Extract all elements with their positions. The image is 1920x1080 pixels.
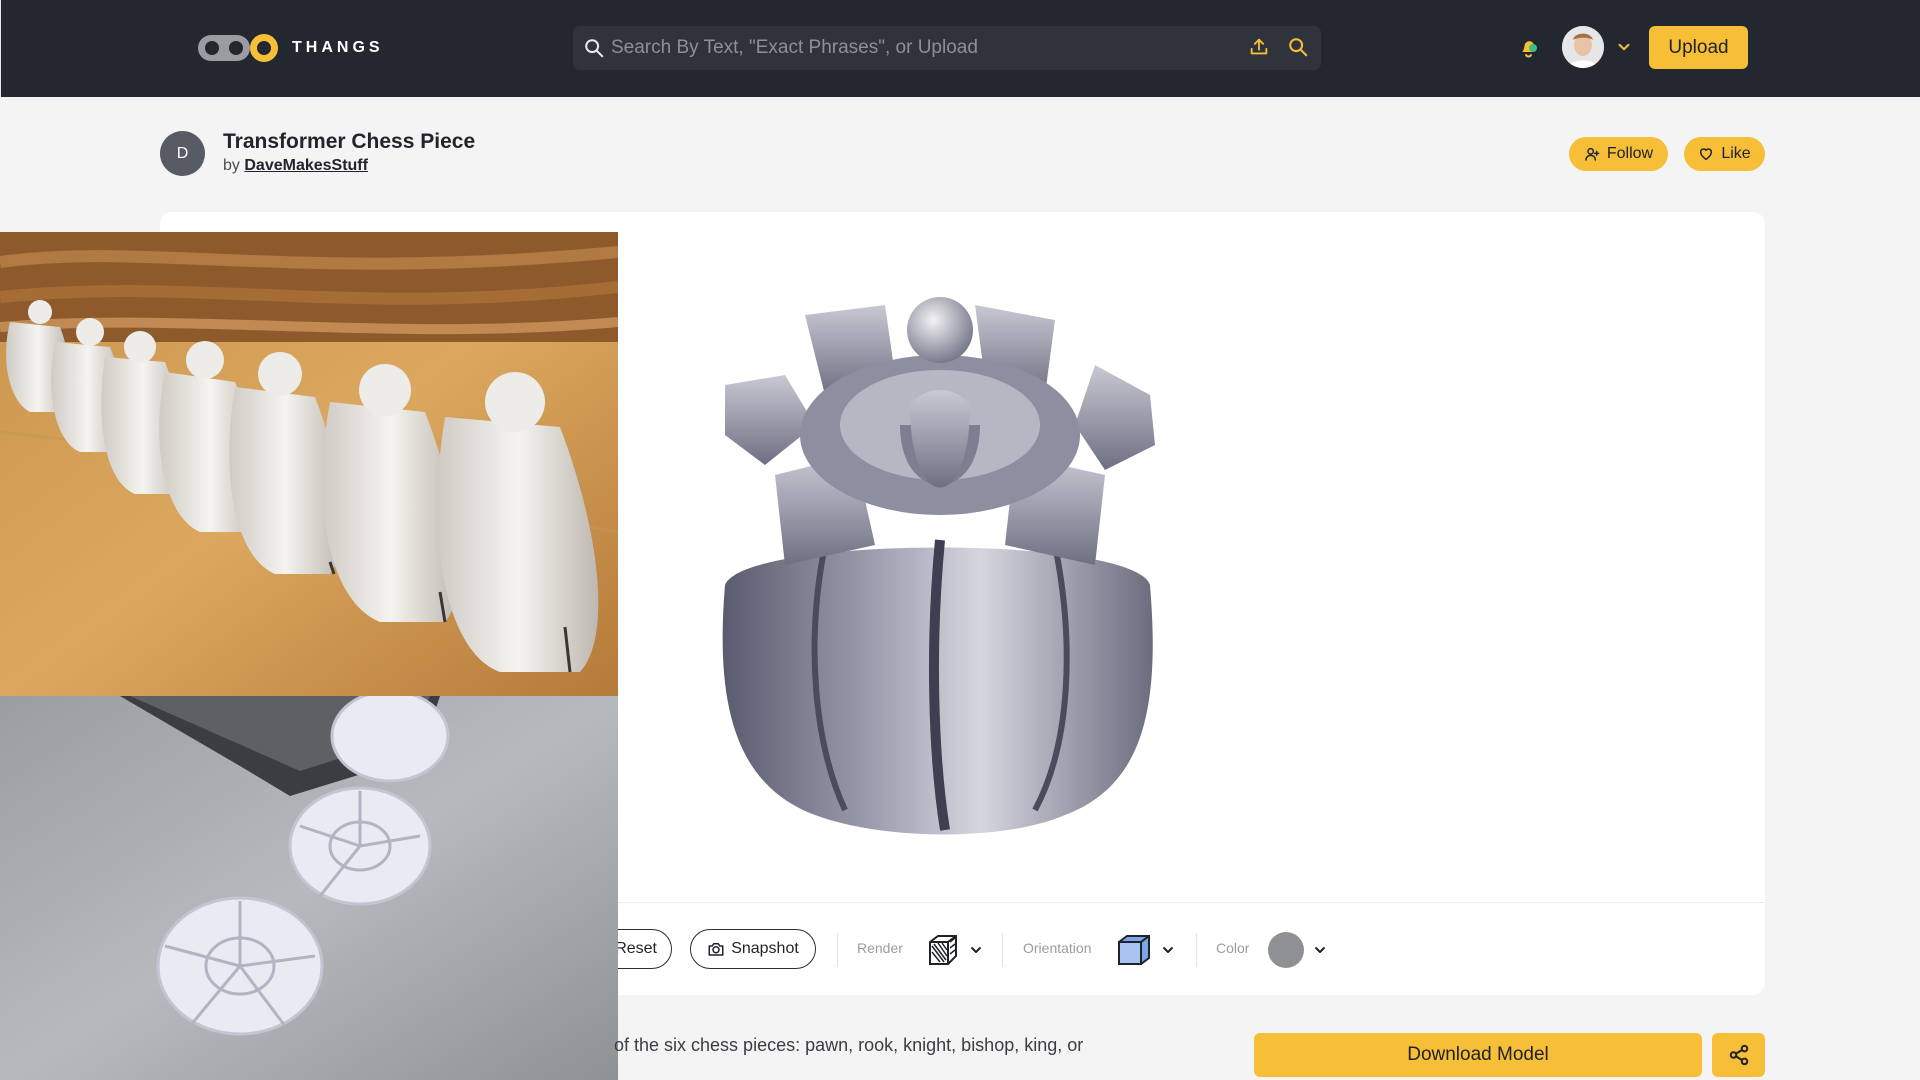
notification-icon[interactable] [1517,36,1541,60]
snapshot-label: Snapshot [731,940,799,957]
printed-pieces-photo [0,232,618,696]
logo-text: THANGS [292,39,384,56]
model-title: Transformer Chess Piece [223,130,476,153]
logo-ring-mark [250,34,278,62]
user-plus-icon [1585,147,1600,161]
3d-model-render[interactable] [705,285,1175,845]
model-color-swatch[interactable] [1268,932,1304,968]
color-label: Color [1216,940,1250,956]
share-icon [1729,1044,1748,1066]
toolbar-separator [1196,933,1197,967]
author-avatar[interactable]: D [160,131,205,176]
top-navigation-bar: THANGS Upload [0,0,1920,97]
wireframe-cube-icon[interactable] [924,932,960,968]
render-label: Render [857,940,903,956]
snapshot-button[interactable]: Snapshot [690,929,816,969]
model-author-line: by DaveMakesStuff [223,157,368,175]
follow-label: Follow [1606,145,1654,162]
thangs-logo[interactable]: THANGS [198,34,384,62]
orientation-chevron-icon[interactable] [1160,942,1176,958]
toolbar-separator [837,933,838,967]
chevron-down-icon[interactable] [1615,38,1633,56]
render-chevron-icon[interactable] [968,942,984,958]
share-button[interactable] [1712,1033,1765,1077]
color-chevron-icon[interactable] [1312,942,1328,958]
orientation-cube-icon[interactable] [1115,932,1153,968]
search-input[interactable] [611,26,1231,70]
printed-discs-photo [0,696,618,1080]
model-description: of the six chess pieces: pawn, rook, kni… [614,1035,1084,1055]
like-button[interactable]: Like [1684,137,1765,171]
heart-icon [1700,148,1713,161]
camera-icon [708,943,724,956]
upload-button[interactable]: Upload [1649,26,1748,69]
download-model-button[interactable]: Download Model [1254,1033,1702,1077]
author-link[interactable]: DaveMakesStuff [244,157,368,174]
logo-pill-mark [198,35,250,61]
by-prefix: by [223,157,240,174]
user-avatar[interactable] [1562,26,1604,68]
search-submit-icon[interactable] [1287,36,1309,58]
search-bar [573,26,1321,70]
orientation-label: Orientation [1023,940,1092,956]
upload-icon[interactable] [1248,36,1270,58]
toolbar-separator [1002,933,1003,967]
follow-button[interactable]: Follow [1569,137,1668,171]
like-label: Like [1721,145,1751,162]
search-icon [585,39,604,58]
